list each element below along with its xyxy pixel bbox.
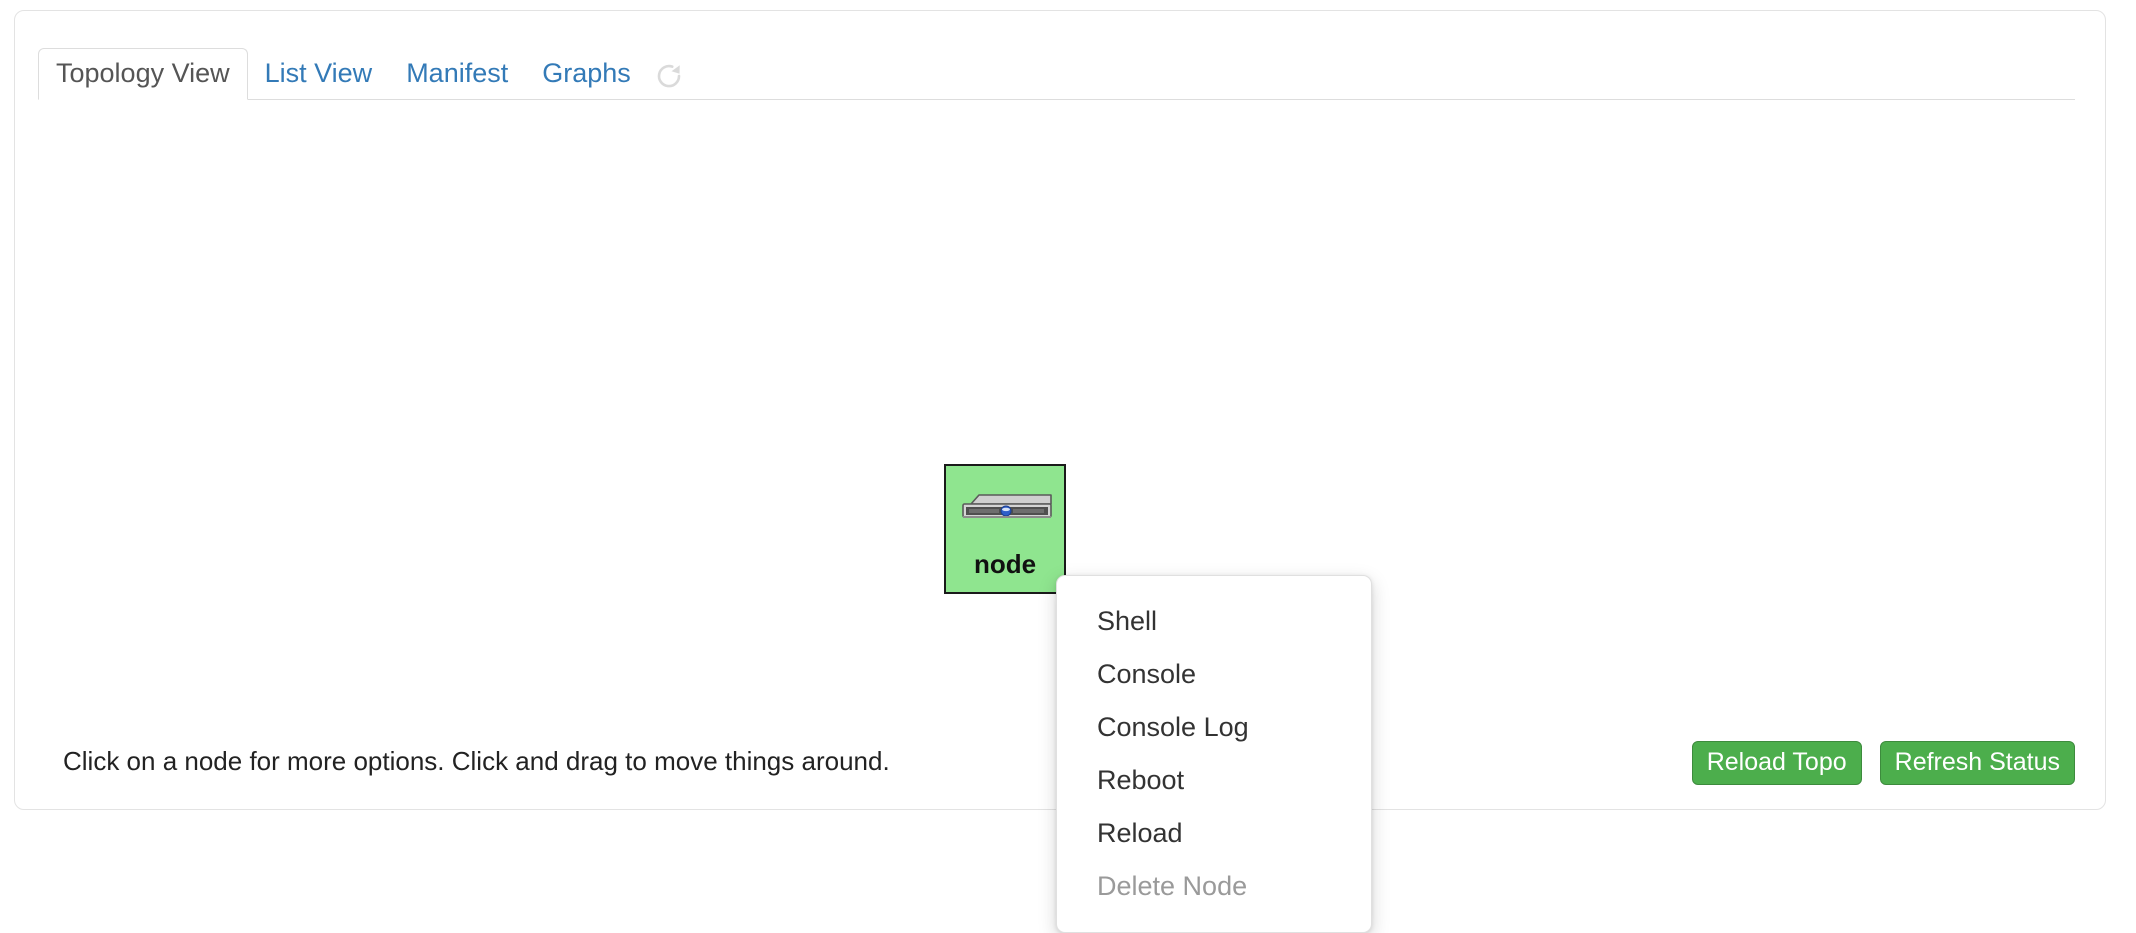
topology-node-label: node <box>973 549 1037 579</box>
footer-button-group: Reload Topo Refresh Status <box>1691 741 2075 785</box>
canvas-hint-text: Click on a node for more options. Click … <box>63 746 890 776</box>
topology-app-panel: Topology View List View Manifest Graphs <box>14 10 2106 933</box>
tab-graphs-label: Graphs <box>542 58 631 88</box>
menu-item-console-label: Console <box>1097 659 1197 689</box>
menu-item-console-log-label: Console Log <box>1097 712 1249 742</box>
tab-manifest[interactable]: Manifest <box>389 49 525 99</box>
menu-item-reboot[interactable]: Reboot <box>1057 754 1371 807</box>
tab-graphs[interactable]: Graphs <box>525 49 648 99</box>
menu-item-delete-node: Delete Node <box>1057 860 1371 913</box>
menu-item-shell[interactable]: Shell <box>1057 595 1371 648</box>
menu-item-console-log[interactable]: Console Log <box>1057 701 1371 754</box>
tab-topology-view-label: Topology View <box>56 58 230 88</box>
menu-item-shell-label: Shell <box>1097 606 1158 636</box>
tab-strip: Topology View List View Manifest Graphs <box>38 48 2075 100</box>
server-node-icon <box>962 494 1052 518</box>
topology-canvas[interactable]: node Shell Console Console Log Reboot Re… <box>38 101 2075 933</box>
menu-item-delete-node-label: Delete Node <box>1097 871 1248 901</box>
tab-manifest-label: Manifest <box>406 58 509 88</box>
tab-list-view-label: List View <box>264 58 373 88</box>
menu-item-console[interactable]: Console <box>1057 648 1371 701</box>
tab-topology-view[interactable]: Topology View <box>38 48 248 100</box>
refresh-spinner-icon <box>657 64 681 88</box>
menu-item-reload-label: Reload <box>1097 818 1183 848</box>
topology-node[interactable]: node <box>944 464 1066 594</box>
node-context-menu: Shell Console Console Log Reboot Reload … <box>1056 575 1372 933</box>
reload-topo-button[interactable]: Reload Topo <box>1691 741 1862 785</box>
refresh-status-button[interactable]: Refresh Status <box>1879 741 2075 785</box>
tab-list-view[interactable]: List View <box>248 49 390 99</box>
menu-item-reboot-label: Reboot <box>1097 765 1185 795</box>
